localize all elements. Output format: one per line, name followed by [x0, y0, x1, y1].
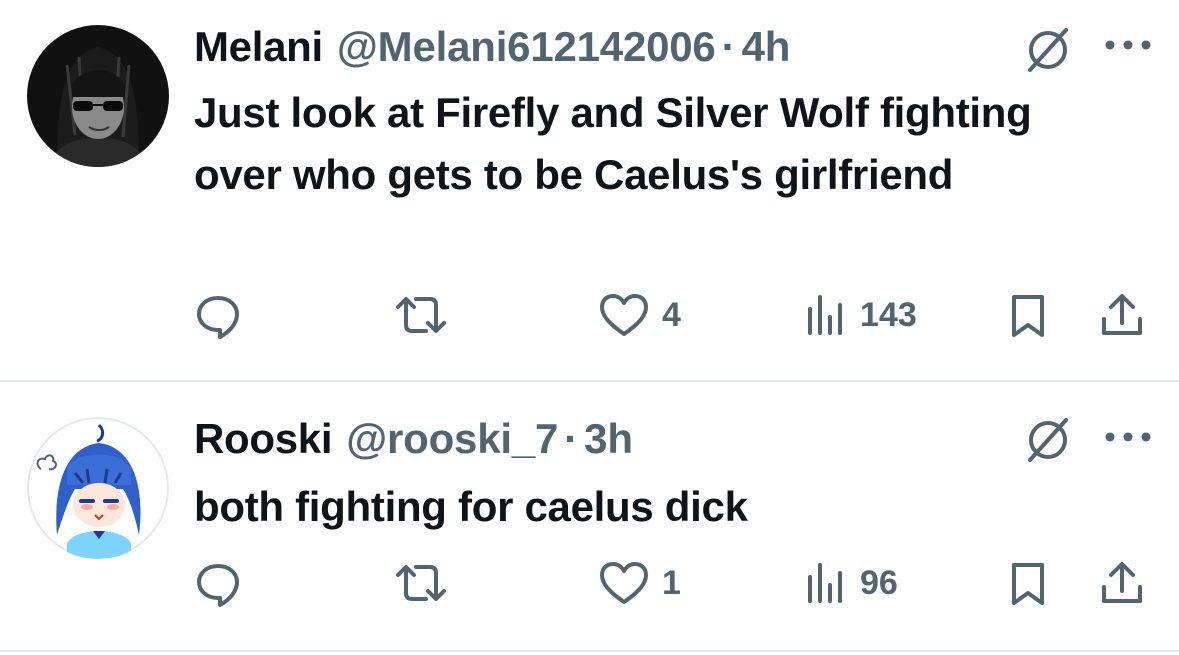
heart-icon — [600, 294, 648, 336]
separator-dot: · — [721, 23, 736, 70]
retweet-arrows-icon — [396, 297, 446, 333]
tweet-text: Just look at Firefly and Silver Wolf fig… — [194, 89, 1032, 198]
tweet[interactable]: Melani @Melani612142006 · 4h Just look a… — [0, 0, 1179, 381]
tweet[interactable]: Rooski @rooski_7 · 3h both fighting for … — [0, 382, 1179, 650]
heart-icon — [600, 562, 648, 604]
view-count: 143 — [860, 295, 917, 334]
retweet-button[interactable] — [392, 558, 450, 608]
display-name[interactable]: Rooski — [194, 414, 333, 464]
grok-slash-circle-icon — [1028, 28, 1068, 72]
share-button[interactable] — [1098, 290, 1146, 340]
bookmark-button[interactable] — [1006, 558, 1050, 608]
more-options-button[interactable] — [1100, 422, 1156, 452]
share-upload-icon — [1102, 562, 1142, 603]
avatar-image — [27, 417, 169, 559]
views-button[interactable]: 96 — [804, 558, 898, 608]
tweet-header: Melani @Melani612142006 · 4h — [194, 22, 790, 72]
grok-button[interactable] — [1020, 410, 1076, 466]
display-name[interactable]: Melani — [194, 22, 323, 72]
user-handle[interactable]: @rooski_7 — [346, 414, 558, 464]
speech-bubble-icon — [197, 296, 239, 339]
action-bar: 4 143 — [0, 290, 1179, 340]
tweet-header: Rooski @rooski_7 · 3h — [194, 414, 633, 464]
reply-button[interactable] — [194, 290, 242, 340]
like-button[interactable]: 4 — [598, 290, 681, 340]
retweet-arrows-icon — [396, 565, 446, 601]
timestamp[interactable]: 4h — [742, 22, 791, 72]
view-count: 96 — [860, 563, 898, 602]
user-handle[interactable]: @Melani612142006 — [337, 22, 716, 72]
share-upload-icon — [1102, 294, 1142, 335]
avatar-image — [27, 25, 169, 167]
ellipsis-icon — [1105, 432, 1151, 442]
views-button[interactable]: 143 — [804, 290, 917, 340]
bar-chart-icon — [808, 563, 842, 603]
avatar[interactable] — [27, 25, 169, 167]
like-count: 4 — [662, 295, 681, 334]
share-button[interactable] — [1098, 558, 1146, 608]
retweet-button[interactable] — [392, 290, 450, 340]
grok-button[interactable] — [1020, 20, 1076, 76]
like-count: 1 — [662, 563, 681, 602]
grok-slash-circle-icon — [1028, 418, 1068, 462]
bar-chart-icon — [808, 295, 842, 335]
tweet-text: both fighting for caelus dick — [194, 483, 748, 530]
speech-bubble-icon — [197, 564, 239, 607]
avatar[interactable] — [27, 417, 169, 559]
tweet-feed: Melani @Melani612142006 · 4h Just look a… — [0, 0, 1179, 655]
more-options-button[interactable] — [1100, 30, 1156, 60]
separator-dot: · — [564, 415, 579, 462]
timestamp[interactable]: 3h — [584, 414, 633, 464]
tweet-divider — [0, 650, 1179, 652]
reply-button[interactable] — [194, 558, 242, 608]
ellipsis-icon — [1105, 40, 1151, 50]
like-button[interactable]: 1 — [598, 558, 681, 608]
bookmark-button[interactable] — [1006, 290, 1050, 340]
bookmark-icon — [1012, 563, 1044, 605]
action-bar: 1 96 — [0, 558, 1179, 608]
bookmark-icon — [1012, 295, 1044, 337]
